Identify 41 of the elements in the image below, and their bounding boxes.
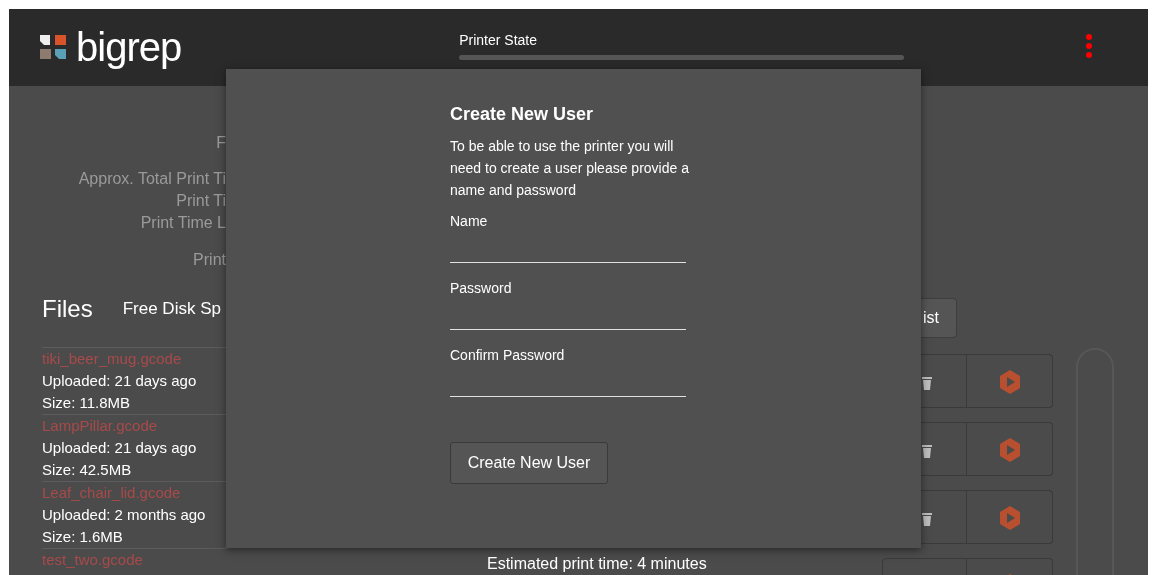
file-name-link[interactable]: test_two.gcode [42,549,226,571]
file-size: Size: 11.8MB [42,393,132,413]
file-name-link[interactable]: LampPillar.gcode [42,415,226,437]
logo-icon [40,33,68,61]
play-icon [998,370,1021,394]
trash-icon [921,375,933,391]
file-name-link[interactable]: tiki_beer_mug.gcode [42,348,226,370]
file-size: Size: 1.6MB [42,527,124,547]
delete-button[interactable] [921,354,967,408]
trash-icon [921,511,933,527]
free-disk-label: Free Disk Sp [122,298,221,321]
menu-icon[interactable] [1085,33,1094,59]
delete-button[interactable] [921,422,967,476]
delete-button[interactable] [921,490,967,544]
stat-label: Print Ti [176,191,226,211]
upload-date: Uploaded: 21 days ago [42,371,198,391]
field-label: Confirm Password [450,346,566,364]
file-name-link[interactable]: Leaf_chair_lid.gcode [42,482,226,504]
estimated-time: Estimated print time: 4 minutes [487,554,708,574]
create-user-button[interactable]: Create New User [450,442,608,484]
print-button[interactable] [967,490,1053,544]
file-size: Size: 42.5MB [42,460,133,480]
play-icon [998,438,1021,462]
stat-label: Print Time L [140,213,226,233]
stat-label: Approx. Total Print Ti [78,169,226,189]
trash-icon [921,443,933,459]
stat-label: F [216,133,226,153]
print-button[interactable] [967,422,1053,476]
list-button[interactable]: ist [921,298,957,338]
field-label: Name [450,212,489,230]
printer-state-label: Printer State [459,31,539,49]
logo-text: bigrep [76,27,182,67]
upload-date: Uploaded: 2 months ago [42,505,207,525]
upload-date: Uploaded: 21 days ago [42,438,198,458]
dialog-title: Create New User [450,103,595,126]
play-icon [998,506,1021,530]
print-button[interactable] [967,354,1053,408]
field-label: Password [450,279,513,297]
stat-label: Print [193,250,226,270]
dialog-description: To be able to use the printer you will need to create a user please provide a name and password [450,137,690,200]
files-heading: Files [42,294,93,324]
